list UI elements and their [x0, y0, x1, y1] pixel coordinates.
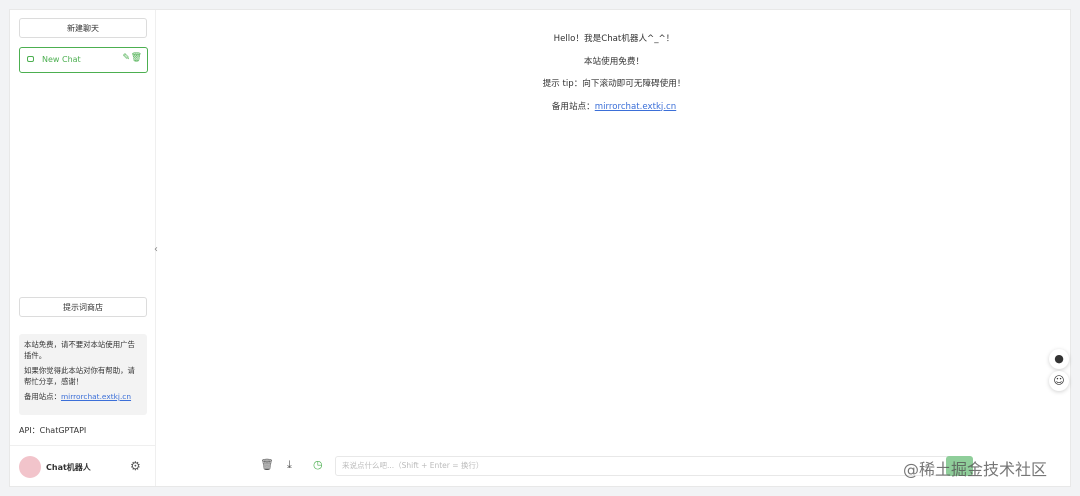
notice-backup-prefix: 备用站点： — [24, 392, 61, 401]
notice-backup-link[interactable]: mirrorchat.extkj.cn — [61, 392, 131, 401]
api-label: API：ChatGPTAPI — [19, 426, 87, 435]
welcome-free: 本站使用免费！ — [583, 56, 645, 67]
welcome-backup-link[interactable]: mirrorchat.extkj.cn — [595, 102, 677, 112]
watermark: @稀土掘金技术社区 — [903, 460, 1048, 479]
bot-icon[interactable]: ☺ — [1049, 371, 1069, 391]
brain-icon[interactable]: ● — [1049, 349, 1069, 369]
sidebar: 新建聊天 New Chat ✎ 🗑 提示词商店 本站免费，请不要对本站使用广告插… — [10, 10, 156, 486]
notice-box: 本站免费，请不要对本站使用广告插件。 如果你觉得此本站对你有帮助，请帮忙分享，感… — [19, 334, 147, 415]
prompt-store-button[interactable]: 提示词商店 — [19, 297, 147, 317]
chat-input[interactable]: 来说点什么吧...（Shift + Enter = 换行） — [335, 456, 970, 476]
notice-backup: 备用站点：mirrorchat.extkj.cn — [24, 391, 142, 402]
welcome-tip: 提示 tip：向下滚动即可无障碍使用！ — [542, 79, 686, 89]
trash-icon[interactable]: 🗑 — [260, 458, 274, 471]
app-window: 新建聊天 New Chat ✎ 🗑 提示词商店 本站免费，请不要对本站使用广告插… — [9, 9, 1071, 487]
chat-item-label: New Chat — [42, 55, 81, 64]
welcome-backup-prefix: 备用站点： — [551, 101, 595, 112]
history-icon[interactable]: ◷ — [313, 458, 323, 471]
new-chat-button[interactable]: 新建聊天 — [19, 18, 147, 38]
user-name: Chat机器人 — [46, 463, 91, 472]
welcome-greeting: Hello！我是Chat机器人^_^！ — [553, 34, 675, 44]
notice-line-2: 如果你觉得此本站对你有帮助，请帮忙分享，感谢！ — [24, 366, 135, 386]
download-icon[interactable]: ⤓ — [287, 458, 292, 472]
welcome-message: Hello！我是Chat机器人^_^！ 本站使用免费！ 提示 tip：向下滚动即… — [156, 32, 1072, 122]
chat-item-new-chat[interactable]: New Chat ✎ 🗑 — [19, 47, 148, 73]
chevron-left-icon[interactable]: ‹ — [150, 240, 162, 260]
message-square-icon — [27, 56, 34, 62]
edit-icon[interactable]: ✎ — [122, 53, 130, 63]
gear-icon[interactable]: ⚙ — [130, 459, 141, 473]
notice-line-1: 本站免费，请不要对本站使用广告插件。 — [24, 340, 135, 360]
avatar[interactable] — [19, 456, 41, 478]
trash-icon[interactable]: 🗑 — [131, 53, 142, 63]
user-bar: Chat机器人 ⚙ — [10, 445, 155, 487]
welcome-backup: 备用站点：mirrorchat.extkj.cn — [156, 100, 1072, 123]
